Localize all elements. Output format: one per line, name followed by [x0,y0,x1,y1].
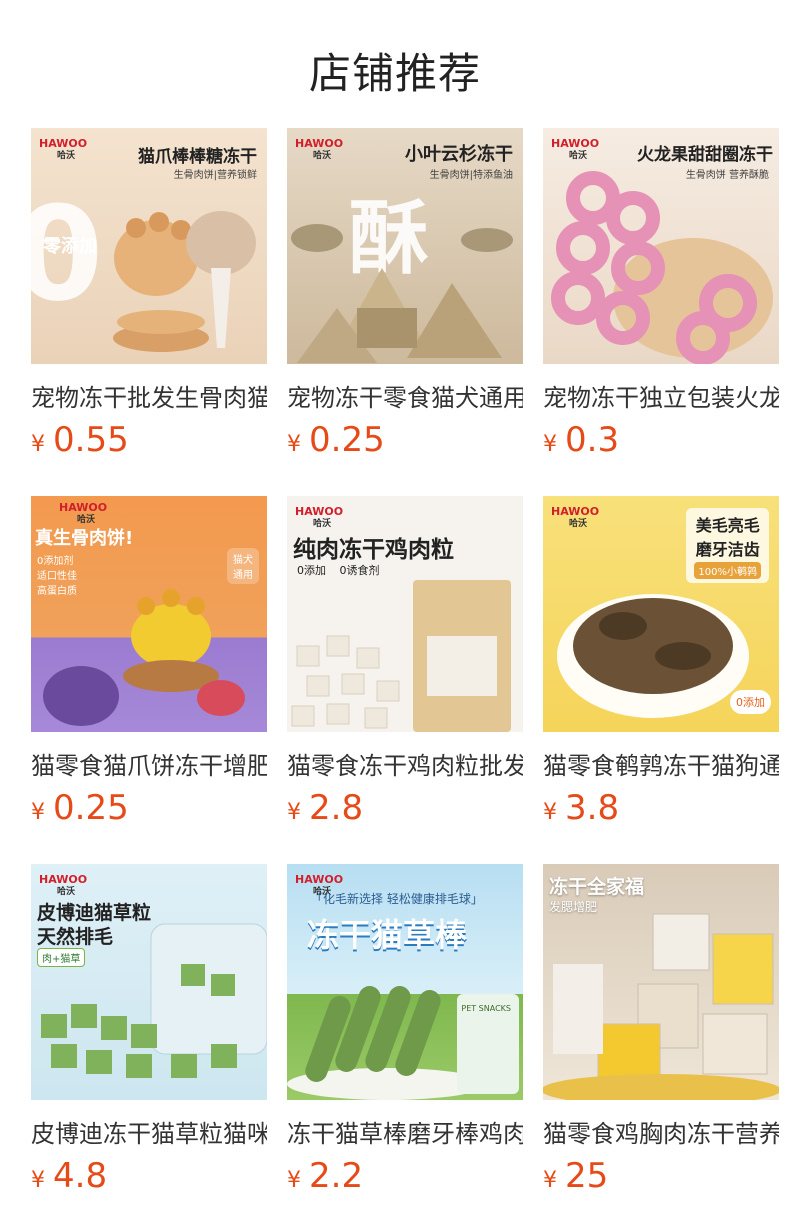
chicken-cube-illustration [291,580,511,732]
product-price: ¥25 [543,1156,608,1196]
product-price: ¥0.3 [543,420,619,460]
cat-paw-lollipop-illustration [113,211,256,352]
price-value: 25 [565,1156,609,1196]
price-value: 0.55 [53,420,129,460]
product-name[interactable]: 宠物冻干零食猫犬通用 [287,378,523,413]
image-headline: 冻干全家福 [549,876,645,898]
donut-treat-illustration [551,171,773,364]
price-value: 0.25 [53,788,129,828]
product-price: ¥2.2 [287,1156,363,1196]
currency-symbol: ¥ [31,1168,45,1193]
product-name[interactable]: 皮博迪冻干猫草粒猫咪 [31,1114,267,1149]
image-point: 0添加剂 [37,556,74,567]
currency-symbol: ¥ [543,1168,557,1193]
currency-symbol: ¥ [287,800,301,825]
product-price: ¥0.55 [31,420,129,460]
product-name[interactable]: 猫零食鸡胸肉冻干营养 [543,1114,779,1149]
price-value: 3.8 [565,788,620,828]
image-headline: 猫爪棒棒糖冻干 [138,147,257,167]
product-price: ¥2.8 [287,788,363,828]
price-value: 0.3 [565,420,620,460]
product-price: ¥3.8 [543,788,619,828]
price-value: 0.25 [309,420,385,460]
product-price: ¥4.8 [31,1156,107,1196]
product-image[interactable]: HAWOO 哈沃 皮博迪猫草粒 天然排毛 肉+猫草 [31,864,267,1100]
product-name[interactable]: 宠物冻干批发生骨肉猫 [31,378,267,413]
product-name[interactable]: 冻干猫草棒磨牙棒鸡肉 [287,1114,523,1149]
product-image[interactable]: HAWOO 哈沃 火龙果甜甜圈冻干 生骨肉饼 营养酥脆 [543,128,779,364]
currency-symbol: ¥ [287,432,301,457]
brand-logo: HAWOO 哈沃 [295,505,344,530]
product-image[interactable]: HAWOO 哈沃 小叶云杉冻干 生骨肉饼|特添鱼油 酥 [287,128,523,364]
brand-logo: HAWOO 哈沃 [39,873,88,898]
cat-grass-cube-illustration [41,923,267,1078]
product-name[interactable]: 宠物冻干独立包装火龙 [543,378,779,413]
currency-symbol: ¥ [543,432,557,457]
product-name[interactable]: 猫零食猫爪饼冻干增肥 [31,746,267,781]
page-title: 店铺推荐 [308,49,481,98]
price-value: 2.8 [309,788,364,828]
brand-logo: HAWOO 哈沃 [295,137,344,162]
spruce-treat-illustration [291,224,513,363]
product-image[interactable]: 冻干全家福 发腮增肥 [543,864,779,1100]
currency-symbol: ¥ [287,1168,301,1193]
product-image[interactable]: HAWOO 哈沃 猫爪棒棒糖冻干 生骨肉饼|营养锁鲜 0 零添加 [31,128,267,364]
image-subtitle: 生骨肉饼|特添鱼油 [429,170,513,181]
image-headline: 美毛亮毛 [695,516,760,535]
image-badge: 0添加 [730,690,771,714]
product-name[interactable]: 猫零食冻干鸡肉粒批发 [287,746,523,781]
product-name[interactable]: 猫零食鹌鹑冻干猫狗通用 [543,746,779,781]
product-price: ¥0.25 [31,788,129,828]
image-subtitle: 生骨肉饼|营养锁鲜 [173,170,257,181]
currency-symbol: ¥ [31,800,45,825]
image-headline: 真生骨肉饼! [35,528,134,549]
product-image[interactable]: HAWOO 哈沃 纯肉冻干鸡肉粒 0添加 0诱食剂 [287,496,523,732]
product-price: ¥0.25 [287,420,385,460]
product-image[interactable]: HAWOO 哈沃 真生骨肉饼! 0添加剂 适口性佳 高蛋白质 猫犬通用 [31,496,267,732]
image-headline: 纯肉冻干鸡肉粒 [293,537,454,563]
image-top-text: 「化毛新选择 轻松健康排毛球」 [311,892,483,906]
product-image[interactable]: HAWOO 哈沃 「化毛新选择 轻松健康排毛球」 冻干猫草棒 PET SNACKS [287,864,523,1100]
brand-logo: HAWOO 哈沃 [551,505,600,530]
paw-biscuit-illustration [43,589,245,726]
image-headline: 冻干猫草棒 [307,916,468,954]
product-image[interactable]: HAWOO 哈沃 美毛亮毛 磨牙洁齿 100%小鹌鹑 0添加 [543,496,779,732]
cat-grass-stick-illustration [287,986,519,1100]
brand-logo: HAWOO 哈沃 [39,137,88,162]
currency-symbol: ¥ [31,432,45,457]
currency-symbol: ¥ [543,800,557,825]
freeze-dried-mix-illustration [543,913,779,1100]
brand-logo: HAWOO 哈沃 [59,501,108,526]
image-pack-label: PET SNACKS [461,1004,511,1013]
price-value: 4.8 [53,1156,108,1196]
image-badge: 零添加 [43,236,97,257]
image-headline: 小叶云杉冻干 [405,144,513,165]
price-value: 2.2 [309,1156,364,1196]
